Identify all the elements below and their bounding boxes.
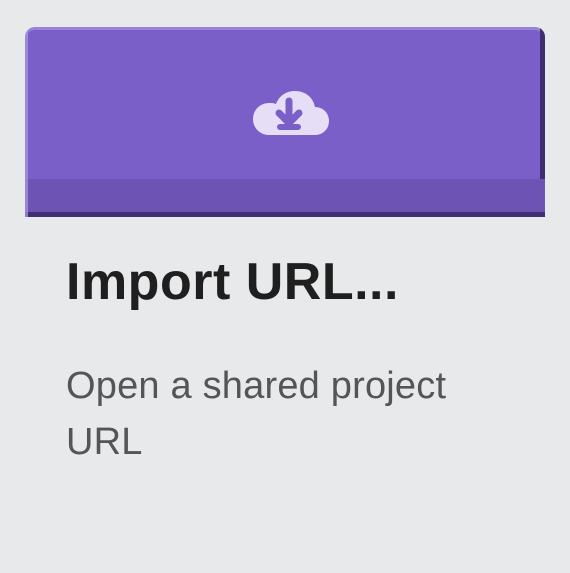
import-url-banner[interactable] bbox=[25, 27, 545, 217]
import-url-card[interactable]: Import URL... Open a shared project URL bbox=[0, 0, 570, 573]
card-title: Import URL... bbox=[66, 253, 399, 311]
cloud-download-icon bbox=[253, 91, 329, 135]
card-subtitle: Open a shared project URL bbox=[66, 365, 447, 463]
banner-bottom-band bbox=[25, 179, 545, 217]
